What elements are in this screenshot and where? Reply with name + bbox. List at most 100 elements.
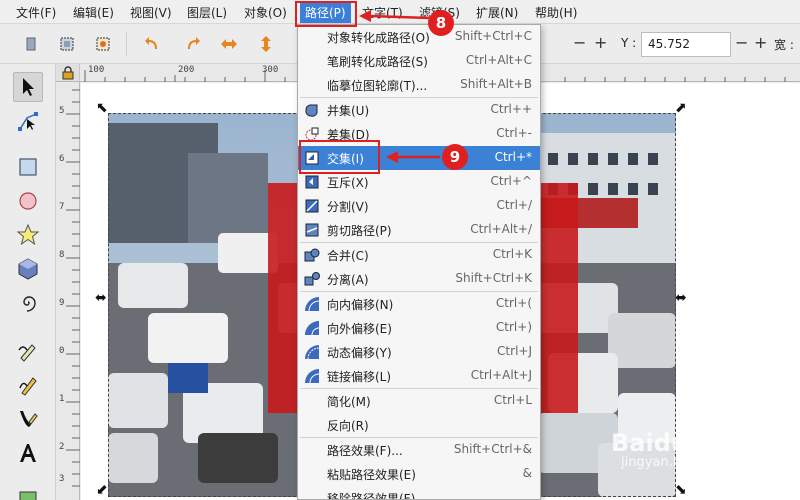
ruler-label: 5 bbox=[59, 106, 65, 116]
menu-extensions[interactable]: 扩展(N) bbox=[476, 4, 518, 21]
ellipse-tool[interactable] bbox=[13, 186, 43, 216]
menu-item-combine[interactable]: 合并(C) Ctrl+K bbox=[298, 243, 540, 267]
toolbox bbox=[0, 64, 56, 500]
menu-object[interactable]: 对象(O) bbox=[244, 4, 287, 21]
menu-item-label: 路径效果(F)... bbox=[327, 444, 403, 458]
3d-box-tool[interactable] bbox=[13, 254, 43, 284]
menu-item-shortcut: Ctrl+K bbox=[492, 247, 532, 261]
menu-layer[interactable]: 图层(L) bbox=[187, 4, 227, 21]
pen-tool[interactable] bbox=[13, 370, 43, 400]
menu-item-stroke-to-path[interactable]: 笔刷转化成路径(S) Ctrl+Alt+C bbox=[298, 49, 540, 73]
menu-item-outset[interactable]: 向外偏移(E) Ctrl+) bbox=[298, 316, 540, 340]
menu-item-shortcut: Ctrl+/ bbox=[496, 198, 532, 212]
annotation-arrow-9 bbox=[386, 151, 440, 163]
spiral-tool[interactable] bbox=[13, 288, 43, 318]
star-tool[interactable] bbox=[13, 220, 43, 250]
annotation-arrow-8 bbox=[359, 10, 429, 22]
combine-icon bbox=[304, 248, 320, 262]
menu-item-linked-offset[interactable]: 链接偏移(L) Ctrl+Alt+J bbox=[298, 364, 540, 388]
menu-item-trace-bitmap[interactable]: 临摹位图轮廓(T)... Shift+Alt+B bbox=[298, 73, 540, 97]
menu-item-label: 简化(M) bbox=[327, 395, 371, 409]
menu-item-cut-path[interactable]: 剪切路径(P) Ctrl+Alt+/ bbox=[298, 218, 540, 242]
pencil-tool[interactable] bbox=[13, 336, 43, 366]
menu-item-remove-path-effect[interactable]: 移除路径效果(F) bbox=[298, 486, 540, 500]
spiral-icon bbox=[23, 296, 36, 312]
flip-vertical-icon[interactable] bbox=[257, 35, 275, 53]
menu-edit[interactable]: 编辑(E) bbox=[73, 4, 114, 21]
ruler-label: 1 bbox=[59, 394, 65, 404]
menu-item-path-effects[interactable]: 路径效果(F)... Shift+Ctrl+& bbox=[298, 438, 540, 462]
pencil-icon bbox=[18, 344, 36, 362]
menu-item-label: 链接偏移(L) bbox=[327, 370, 392, 384]
menu-item-shortcut: Shift+Ctrl+& bbox=[453, 442, 532, 456]
width-label: 宽 : bbox=[774, 38, 794, 52]
y-increment-button[interactable]: + bbox=[754, 33, 767, 52]
deselect-icon[interactable] bbox=[94, 35, 112, 53]
scale-handle-top-right[interactable]: ⬈ bbox=[675, 101, 687, 115]
menu-item-inset[interactable]: 向内偏移(N) Ctrl+( bbox=[298, 292, 540, 316]
menu-item-dynamic-offset[interactable]: 动态偏移(Y) Ctrl+J bbox=[298, 340, 540, 364]
gradient-icon bbox=[19, 491, 37, 500]
ruler-label: 100 bbox=[88, 65, 105, 75]
watermark-brand: Baidu 经验 bbox=[611, 429, 745, 457]
menu-item-reverse[interactable]: 反向(R) bbox=[298, 413, 540, 437]
rotate-cw-icon[interactable] bbox=[183, 35, 201, 53]
vertical-ruler: 5 6 7 8 9 0 1 2 3 bbox=[56, 82, 80, 500]
menu-item-label: 互斥(X) bbox=[327, 176, 369, 190]
selector-tool[interactable] bbox=[13, 72, 43, 102]
menu-item-shortcut: Ctrl++ bbox=[490, 102, 532, 116]
path-menu-dropdown: 对象转化成路径(O) Shift+Ctrl+C 笔刷转化成路径(S) Ctrl+… bbox=[297, 24, 541, 500]
y-decrement-button[interactable]: − bbox=[735, 33, 748, 52]
ruler-label: 7 bbox=[59, 202, 65, 212]
menu-item-label: 粘贴路径效果(E) bbox=[327, 468, 416, 482]
text-tool[interactable] bbox=[13, 438, 43, 468]
select-all-icon[interactable] bbox=[22, 35, 40, 53]
menu-item-simplify[interactable]: 简化(M) Ctrl+L bbox=[298, 389, 540, 413]
menu-help[interactable]: 帮助(H) bbox=[535, 4, 577, 21]
menu-item-shortcut: Ctrl+) bbox=[495, 320, 532, 334]
menu-item-shortcut: Shift+Ctrl+K bbox=[455, 271, 532, 285]
scale-handle-bottom-right[interactable]: ⬊ bbox=[675, 483, 687, 497]
scale-handle-right[interactable]: ⬌ bbox=[675, 291, 687, 305]
menu-item-label: 分离(A) bbox=[327, 273, 369, 287]
menu-item-break-apart[interactable]: 分离(A) Shift+Ctrl+K bbox=[298, 267, 540, 291]
menu-item-object-to-path[interactable]: 对象转化成路径(O) Shift+Ctrl+C bbox=[298, 25, 540, 49]
menu-item-shortcut: Ctrl+Alt+J bbox=[470, 368, 532, 382]
x-increment-button[interactable]: + bbox=[594, 33, 607, 52]
menu-item-shortcut: Ctrl+^ bbox=[490, 174, 532, 188]
menu-item-label: 向外偏移(E) bbox=[327, 322, 392, 336]
menu-view[interactable]: 视图(V) bbox=[130, 4, 172, 21]
cut-path-icon bbox=[305, 223, 319, 237]
menu-item-label: 对象转化成路径(O) bbox=[327, 31, 430, 45]
scale-handle-left[interactable]: ⬌ bbox=[95, 291, 107, 305]
scale-handle-top-left[interactable]: ⬉ bbox=[96, 101, 108, 115]
rotate-ccw-icon[interactable] bbox=[144, 35, 162, 53]
annotation-badge-8: 8 bbox=[428, 10, 454, 36]
menu-item-union[interactable]: 并集(U) Ctrl++ bbox=[298, 98, 540, 122]
scale-handle-bottom-left[interactable]: ⬋ bbox=[96, 483, 108, 497]
node-editor-icon bbox=[18, 112, 38, 131]
menu-item-paste-path-effect[interactable]: 粘贴路径效果(E) & bbox=[298, 462, 540, 486]
exclusion-icon bbox=[305, 175, 319, 189]
outset-icon bbox=[305, 321, 320, 336]
y-input[interactable]: 45.752 bbox=[641, 32, 731, 57]
ruler-label: 3 bbox=[59, 474, 65, 484]
flip-horizontal-icon[interactable] bbox=[220, 35, 238, 53]
ruler-label: 2 bbox=[59, 442, 65, 452]
calligraphy-tool[interactable] bbox=[13, 404, 43, 434]
rectangle-tool[interactable] bbox=[13, 152, 43, 182]
menu-item-label: 临摹位图轮廓(T)... bbox=[327, 79, 428, 93]
menu-item-label: 分割(V) bbox=[327, 200, 369, 214]
lock-icon[interactable] bbox=[62, 66, 74, 80]
select-in-all-layers-icon[interactable] bbox=[58, 35, 76, 53]
menu-item-shortcut: Ctrl+* bbox=[494, 150, 532, 164]
menu-item-shortcut: Shift+Ctrl+C bbox=[454, 29, 532, 43]
node-tool[interactable] bbox=[13, 106, 43, 136]
division-icon bbox=[305, 199, 319, 213]
x-decrement-button[interactable]: − bbox=[573, 33, 586, 52]
menu-file[interactable]: 文件(F) bbox=[16, 4, 56, 21]
menu-item-label: 移除路径效果(F) bbox=[327, 492, 416, 500]
menu-item-division[interactable]: 分割(V) Ctrl+/ bbox=[298, 194, 540, 218]
gradient-tool[interactable] bbox=[13, 482, 43, 500]
annotation-badge-9: 9 bbox=[442, 144, 468, 170]
